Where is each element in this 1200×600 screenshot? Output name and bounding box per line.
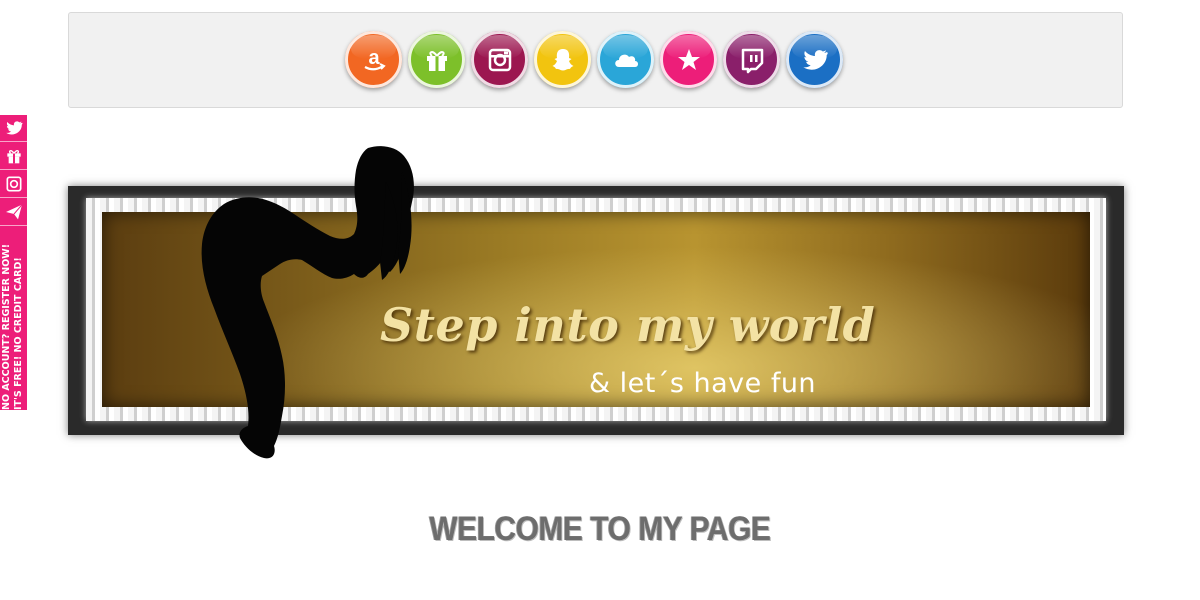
instagram-icon	[6, 176, 21, 192]
gift-icon	[6, 150, 21, 164]
star-icon	[677, 48, 700, 70]
page: a NO ACCOUNT? REGISTER NOW! IT'S FREE! N…	[0, 0, 1200, 600]
amazon-icon: a	[363, 47, 386, 70]
gift-icon	[426, 50, 447, 71]
woman-silhouette-image	[201, 146, 414, 459]
gift-button[interactable]	[408, 31, 465, 88]
twitter-icon	[5, 121, 22, 135]
svg-text:a: a	[368, 47, 380, 69]
twitter-button[interactable]	[786, 31, 843, 88]
twitch-icon	[741, 48, 763, 73]
welcome-heading: WELCOME TO MY PAGE	[429, 510, 771, 548]
side-twitter-button[interactable]	[0, 115, 27, 142]
cloud-button[interactable]	[597, 31, 654, 88]
cloud-icon	[614, 54, 638, 67]
instagram-icon	[488, 48, 511, 71]
side-register-bar: NO ACCOUNT? REGISTER NOW! IT'S FREE! NO …	[0, 115, 27, 410]
star-button[interactable]	[660, 31, 717, 88]
banner-title: Step into my world	[380, 298, 876, 352]
twitch-button[interactable]	[723, 31, 780, 88]
social-icon-row: a	[345, 31, 843, 88]
instagram-button[interactable]	[471, 31, 528, 88]
side-message-button[interactable]	[0, 199, 27, 226]
register-text-line2: IT'S FREE! NO CREDIT CARD!	[13, 257, 24, 410]
side-gift-button[interactable]	[0, 143, 27, 170]
amazon-button[interactable]: a	[345, 31, 402, 88]
banner-subtitle: & let´s have fun	[589, 368, 817, 399]
side-register-link[interactable]: NO ACCOUNT? REGISTER NOW! IT'S FREE! NO …	[0, 227, 27, 410]
twitter-icon	[802, 49, 828, 70]
snapchat-button[interactable]	[534, 31, 591, 88]
paper-plane-icon	[5, 204, 22, 220]
snapchat-icon	[552, 48, 573, 70]
register-text-line1: NO ACCOUNT? REGISTER NOW!	[1, 243, 12, 410]
social-icon-bar: a	[68, 12, 1123, 108]
side-instagram-button[interactable]	[0, 171, 27, 198]
